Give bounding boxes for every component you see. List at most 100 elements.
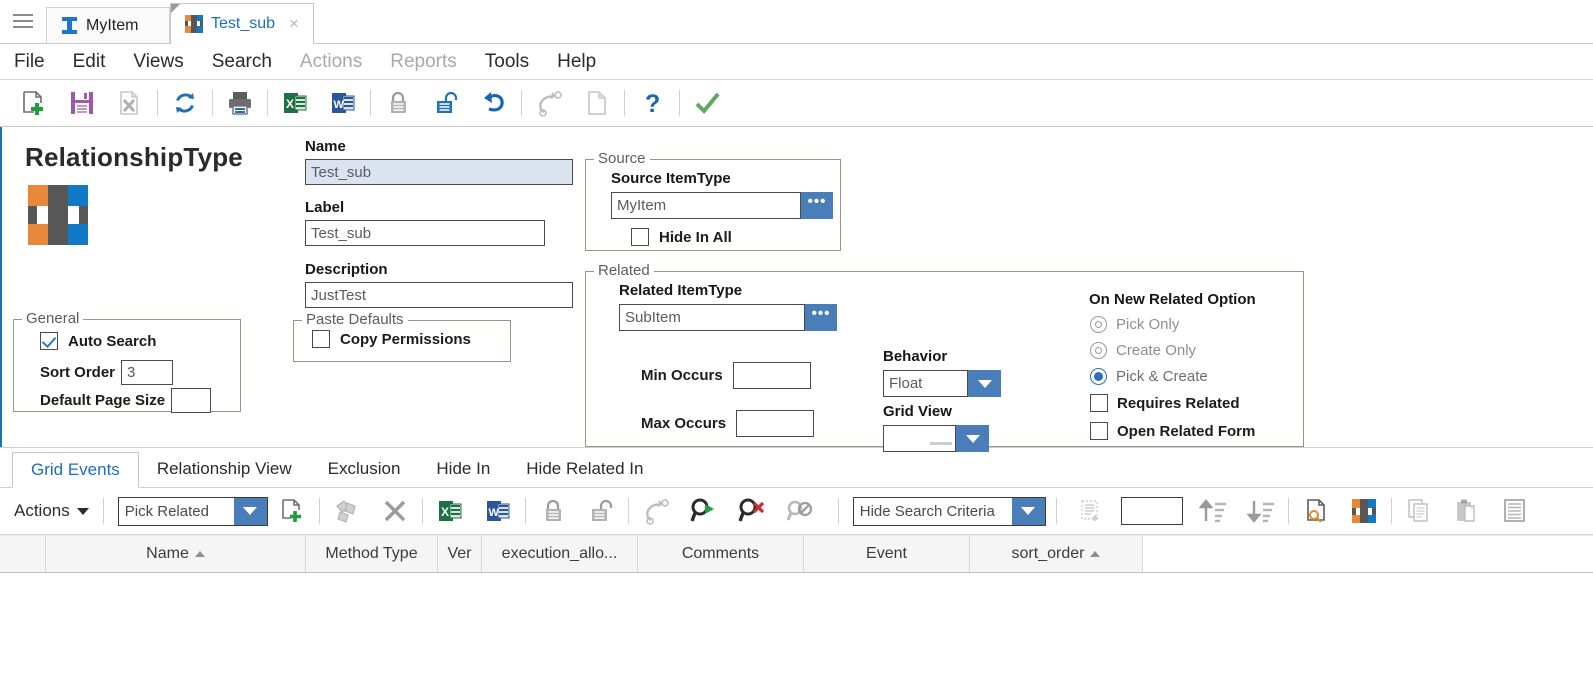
tab-relationship-view[interactable]: Relationship View	[139, 451, 310, 487]
paste-icon[interactable]	[1443, 491, 1491, 531]
menu-item-views[interactable]: Views	[133, 51, 183, 73]
find-icon[interactable]	[1292, 491, 1340, 531]
requires-related-checkbox[interactable]	[1090, 394, 1108, 412]
related-itemtype-picker-button[interactable]: •••	[805, 304, 837, 331]
toolbar-separator	[1055, 498, 1057, 524]
pick-related-dropdown-arrow[interactable]	[233, 497, 267, 525]
relationshiptype-icon	[185, 14, 203, 33]
grid-view-dropdown-arrow[interactable]	[956, 425, 989, 452]
hide-search-criteria-select[interactable]: Hide Search Criteria	[852, 496, 1046, 526]
menu-item-help[interactable]: Help	[557, 51, 596, 73]
grid-column-selector[interactable]	[0, 536, 46, 572]
source-itemtype-input[interactable]: MyItem	[611, 192, 801, 219]
copy-permissions-checkbox[interactable]	[312, 330, 330, 348]
tab-exclusion[interactable]: Exclusion	[310, 451, 419, 487]
lock-icon[interactable]	[374, 83, 422, 123]
refresh-icon[interactable]	[161, 83, 209, 123]
sort-ascending-icon[interactable]	[1189, 491, 1237, 531]
delete-icon[interactable]	[106, 83, 154, 123]
actions-dropdown[interactable]: Actions	[14, 501, 89, 521]
source-group: Source Source ItemType MyItem ••• Hide I…	[585, 150, 841, 251]
open-related-form-checkbox[interactable]	[1090, 422, 1108, 440]
new-icon[interactable]	[10, 83, 58, 123]
page-title: RelationshipType	[25, 142, 243, 172]
done-icon[interactable]	[683, 83, 731, 123]
description-input[interactable]: JustTest	[305, 282, 573, 308]
behavior-dropdown-arrow[interactable]	[968, 370, 1001, 397]
min-occurs-input[interactable]	[732, 362, 811, 389]
window-tab-test-sub[interactable]: Test_sub ×	[170, 3, 314, 44]
properties-icon[interactable]	[1491, 491, 1539, 531]
main-toolbar: X W ?	[0, 80, 1593, 127]
grid-column-event[interactable]: Event	[804, 536, 970, 572]
run-search-icon[interactable]	[680, 491, 728, 531]
max-occurs-input[interactable]	[736, 410, 815, 437]
print-icon[interactable]	[216, 83, 264, 123]
pick-only-label: Pick Only	[1116, 316, 1180, 333]
add-row-icon[interactable]	[268, 491, 316, 531]
chevron-down-icon	[76, 507, 89, 515]
export-word-icon[interactable]: W	[319, 83, 367, 123]
window-tab-bar: MyItem Test_sub ×	[0, 0, 1593, 44]
pick-and-create-radio[interactable]	[1090, 368, 1107, 385]
export-excel-icon[interactable]: X	[271, 83, 319, 123]
save-icon[interactable]	[58, 83, 106, 123]
tab-hide-in[interactable]: Hide In	[418, 451, 508, 487]
search-input[interactable]	[1120, 497, 1183, 525]
grid-column-comments[interactable]: Comments	[638, 536, 804, 572]
copy-page-icon[interactable]	[573, 83, 621, 123]
toolbar-separator	[624, 90, 625, 116]
menu-item-edit[interactable]: Edit	[73, 51, 106, 73]
open-related-form-label: Open Related Form	[1117, 422, 1256, 440]
clear-search-icon[interactable]	[728, 491, 776, 531]
behavior-select[interactable]: Float	[883, 370, 968, 397]
redo-icon[interactable]	[525, 83, 573, 123]
sort-order-input[interactable]: 3	[121, 360, 174, 385]
hide-in-all-label: Hide In All	[659, 228, 732, 246]
export-excel-icon[interactable]: X	[426, 491, 474, 531]
grid-view-select[interactable]	[883, 425, 956, 452]
delete-row-icon[interactable]	[371, 491, 419, 531]
name-label: Name	[305, 138, 346, 155]
insert-row-icon	[1067, 491, 1115, 531]
grid-column-sort-order[interactable]: sort_order	[970, 536, 1143, 572]
pick-related-select[interactable]: Pick Related	[117, 496, 268, 526]
menu-item-file[interactable]: File	[14, 51, 45, 73]
name-input[interactable]: Test_sub	[305, 159, 573, 185]
pick-related-value: Pick Related	[124, 502, 209, 520]
menu-item-tools[interactable]: Tools	[485, 51, 529, 73]
min-occurs-label: Min Occurs	[641, 367, 723, 384]
relationshiptype-icon[interactable]	[1340, 491, 1388, 531]
unlock-icon[interactable]	[422, 83, 470, 123]
grid-column-execution-allowed[interactable]: execution_allo...	[482, 536, 638, 572]
lock-icon[interactable]	[529, 491, 577, 531]
hamburger-menu-icon[interactable]	[0, 0, 46, 43]
auto-search-checkbox[interactable]	[40, 332, 58, 350]
hide-search-criteria-dropdown-arrow[interactable]	[1011, 497, 1045, 525]
grid-column-ver[interactable]: Ver	[438, 536, 482, 572]
sort-order-label: Sort Order	[40, 364, 116, 381]
tab-grid-events[interactable]: Grid Events	[12, 452, 139, 488]
label-input[interactable]: Test_sub	[305, 220, 545, 246]
sort-descending-icon[interactable]	[1237, 491, 1285, 531]
copy-icon[interactable]	[1395, 491, 1443, 531]
related-group: Related Related ItemType SubItem ••• Min…	[585, 262, 1304, 452]
splitter-handle[interactable]	[930, 442, 952, 445]
window-tab-myitem[interactable]: MyItem	[46, 7, 170, 43]
source-itemtype-picker-button[interactable]: •••	[801, 192, 833, 219]
tab-hide-related-in[interactable]: Hide Related In	[508, 451, 661, 487]
grid-column-method-type[interactable]: Method Type	[306, 536, 438, 572]
help-icon[interactable]: ?	[628, 83, 676, 123]
related-itemtype-input[interactable]: SubItem	[619, 304, 805, 331]
grid-view-label: Grid View	[883, 403, 952, 420]
grid-column-name[interactable]: Name	[46, 536, 306, 572]
tab-bar-filler	[314, 42, 1593, 43]
close-icon[interactable]: ×	[289, 15, 299, 32]
menu-item-search[interactable]: Search	[212, 51, 272, 73]
redo-icon[interactable]	[632, 491, 680, 531]
default-page-size-input[interactable]	[171, 388, 212, 413]
hide-in-all-checkbox[interactable]	[631, 228, 649, 246]
unlock-icon[interactable]	[577, 491, 625, 531]
undo-icon[interactable]	[470, 83, 518, 123]
export-word-icon[interactable]: W	[474, 491, 522, 531]
